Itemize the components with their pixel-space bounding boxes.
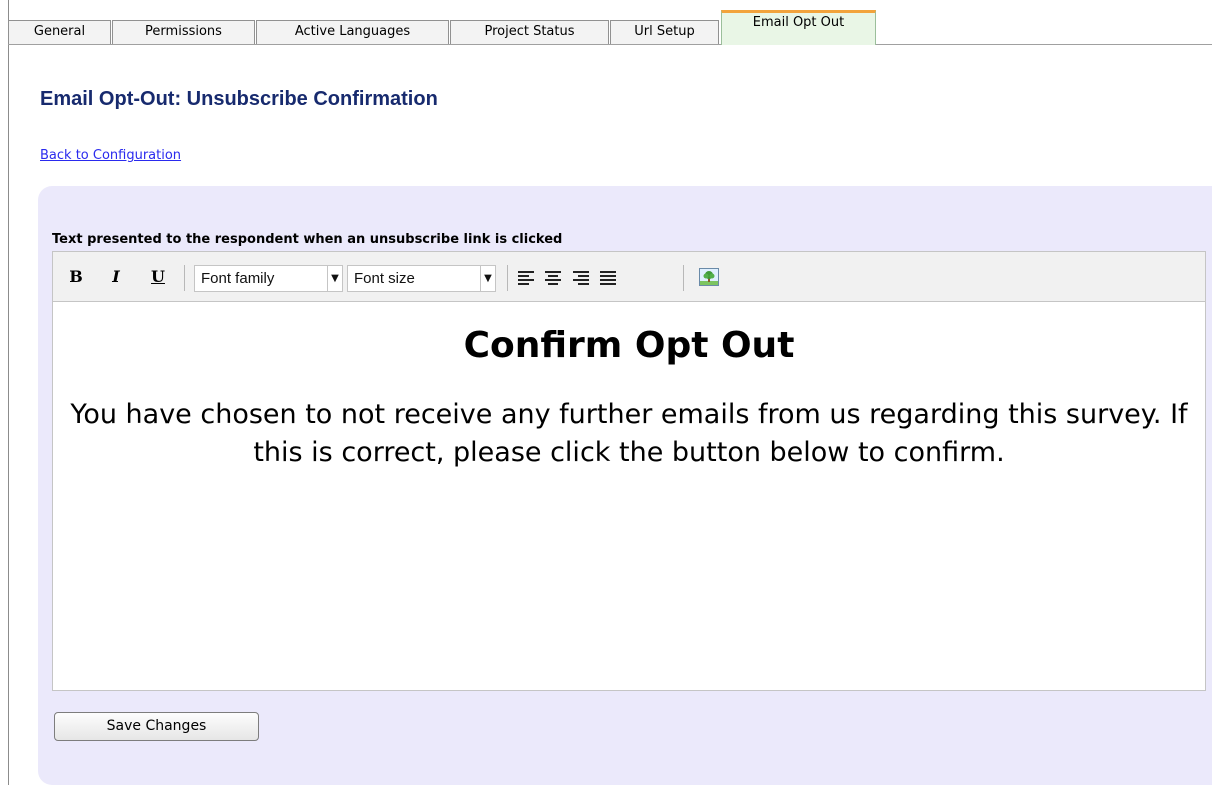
underline-button[interactable]: U <box>147 266 169 288</box>
back-to-configuration-link[interactable]: Back to Configuration <box>40 148 181 163</box>
tab-general[interactable]: General <box>8 20 111 44</box>
toolbar-separator <box>683 265 684 291</box>
bold-button[interactable]: B <box>65 266 87 288</box>
page-title: Email Opt-Out: Unsubscribe Confirmation <box>40 88 438 110</box>
rich-text-editor: B I U Font family ▼ Font size ▼ Confirm … <box>52 251 1206 691</box>
tab-active-languages[interactable]: Active Languages <box>256 20 449 44</box>
content-heading: Confirm Opt Out <box>463 325 795 366</box>
editor-field-label: Text presented to the respondent when an… <box>52 232 563 247</box>
align-right-icon[interactable] <box>573 271 589 285</box>
chevron-down-icon: ▼ <box>327 266 342 291</box>
align-left-icon[interactable] <box>518 271 534 285</box>
save-changes-button[interactable]: Save Changes <box>54 712 259 741</box>
font-family-value: Font family <box>201 270 275 287</box>
font-size-select[interactable]: Font size ▼ <box>347 265 496 292</box>
tab-url-setup[interactable]: Url Setup <box>610 20 719 44</box>
italic-button[interactable]: I <box>105 266 127 288</box>
toolbar-separator <box>184 265 185 291</box>
editor-toolbar: B I U Font family ▼ Font size ▼ <box>53 252 1205 302</box>
editor-content-area[interactable]: Confirm Opt Out You have chosen to not r… <box>53 302 1205 690</box>
chevron-down-icon: ▼ <box>480 266 495 291</box>
tab-email-opt-out[interactable]: Email Opt Out <box>721 10 876 45</box>
tab-bar-divider <box>8 44 1212 45</box>
tab-permissions[interactable]: Permissions <box>112 20 255 44</box>
font-size-value: Font size <box>354 270 415 287</box>
font-family-select[interactable]: Font family ▼ <box>194 265 343 292</box>
content-body: You have chosen to not receive any furth… <box>70 399 1188 468</box>
tab-bar: General Permissions Active Languages Pro… <box>8 10 1212 45</box>
align-center-icon[interactable] <box>545 271 561 285</box>
insert-image-icon[interactable] <box>699 268 719 286</box>
tab-project-status[interactable]: Project Status <box>450 20 609 44</box>
align-justify-icon[interactable] <box>600 271 616 285</box>
toolbar-separator <box>507 265 508 291</box>
